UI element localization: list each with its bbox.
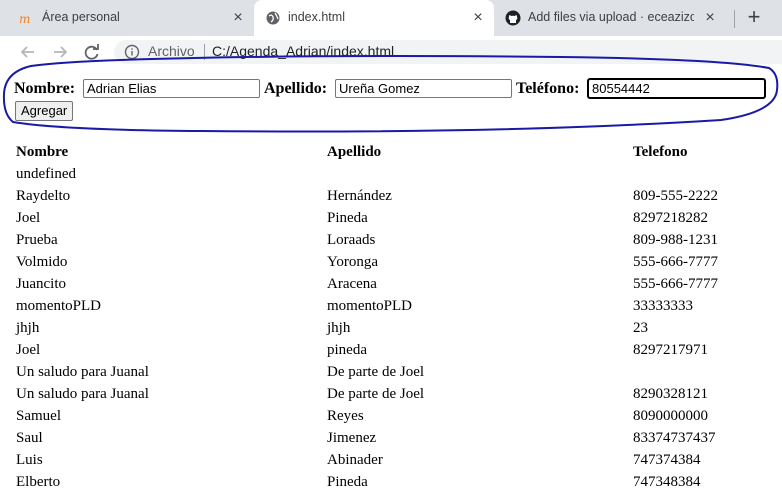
table-row: Prueba Loraads 809-988-1231 (14, 229, 775, 251)
cell-nombre: Joel (16, 209, 41, 226)
cell-nombre: Volmido (16, 253, 68, 270)
cell-telefono: 23 (633, 319, 648, 336)
moodle-icon: m (19, 12, 30, 26)
cell-nombre: Raydelto (16, 187, 71, 204)
table-row: Joel pineda 8297217971 (14, 339, 775, 361)
table-row: Un saludo para Juanal De parte de Joel 829… (14, 383, 775, 405)
tab-separator (734, 10, 735, 28)
globe-icon (266, 11, 280, 25)
cell-nombre: Elberto (16, 473, 61, 490)
cell-apellido: De parte de Joel (327, 385, 425, 402)
header-telefono: Telefono (633, 143, 688, 160)
cell-telefono: 8297217971 (633, 341, 708, 358)
cell-telefono (631, 361, 775, 383)
svg-text:m: m (19, 12, 30, 26)
cell-apellido (325, 163, 631, 185)
cell-telefono: 809-988-1231 (633, 231, 718, 248)
header-nombre: Nombre (16, 143, 69, 160)
cell-nombre: Juancito (16, 275, 66, 292)
tab-strip: m Área personal × index.html × Add files… (0, 0, 782, 36)
table-row: Luis Abinader 747374384 (14, 449, 775, 471)
cell-telefono: 8290328121 (633, 385, 708, 402)
table-row: Saul Jimenez 83374737437 (14, 427, 775, 449)
cell-telefono: 83374737437 (633, 429, 716, 446)
cell-telefono: 555-666-7777 (633, 275, 718, 292)
agregar-button[interactable]: Agregar (15, 101, 74, 121)
cell-nombre: undefined (16, 165, 76, 182)
cell-telefono: 8297218282 (633, 209, 708, 226)
tab-title: index.html (288, 10, 345, 24)
cell-telefono: 809-555-2222 (633, 187, 718, 204)
cell-telefono: 555-666-7777 (633, 253, 718, 270)
cell-apellido: Loraads (327, 231, 376, 248)
table-header-row: Nombre Apellido Telefono (14, 141, 775, 163)
cell-apellido: jhjh (327, 319, 351, 336)
table-row: jhjh jhjh 23 (14, 317, 775, 339)
cell-nombre: Saul (16, 429, 43, 446)
cell-apellido: pineda (327, 341, 367, 358)
close-tab-icon[interactable]: × (702, 10, 718, 26)
contacts-table: Nombre Apellido Telefono undefined Raydel… (14, 141, 775, 493)
tab-title: Área personal (42, 10, 120, 24)
table-row: Samuel Reyes 8090000000 (14, 405, 775, 427)
table-row: undefined (14, 163, 775, 185)
cell-apellido: Reyes (327, 407, 364, 424)
new-tab-button[interactable]: + (744, 6, 764, 28)
cell-nombre: Un saludo para Juanal (16, 385, 149, 402)
cell-telefono: 747348384 (633, 473, 701, 490)
table-row: Volmido Yoronga 555-666-7777 (14, 251, 775, 273)
tab-index-html[interactable]: index.html × (254, 0, 494, 36)
cell-apellido: Pineda (327, 209, 368, 226)
cell-nombre: Luis (16, 451, 43, 468)
cell-nombre: Samuel (16, 407, 61, 424)
cell-apellido: Pineda (327, 473, 368, 490)
table-row: Juancito Aracena 555-666-7777 (14, 273, 775, 295)
cell-nombre: Prueba (16, 231, 58, 248)
cell-telefono: 8090000000 (633, 407, 708, 424)
table-row: Un saludo para Juanal De parte de Joel (14, 361, 775, 383)
cell-apellido: Yoronga (327, 253, 378, 270)
cell-apellido: Jimenez (327, 429, 377, 446)
github-icon (505, 10, 521, 26)
cell-telefono: 747374384 (633, 451, 701, 468)
close-tab-icon[interactable]: × (470, 10, 486, 26)
nombre-input[interactable]: Adrian Elias (83, 79, 260, 98)
apellido-label: Apellido: (264, 80, 328, 97)
header-apellido: Apellido (327, 143, 382, 160)
tab-title: Add files via upload · eceazizoglu (528, 10, 694, 24)
close-tab-icon[interactable]: × (230, 10, 246, 26)
cell-nombre: Joel (16, 341, 41, 358)
tab-github[interactable]: Add files via upload · eceazizoglu × (494, 0, 730, 36)
cell-apellido: Aracena (327, 275, 377, 292)
apellido-input[interactable]: Ureña Gomez (335, 79, 512, 98)
cell-apellido: De parte de Joel (327, 363, 425, 380)
table-row: Raydelto Hernández 809-555-2222 (14, 185, 775, 207)
cell-apellido: momentoPLD (327, 297, 412, 314)
table-row: Joel Pineda 8297218282 (14, 207, 775, 229)
cell-apellido: Abinader (327, 451, 383, 468)
cell-apellido: Hernández (327, 187, 392, 204)
cell-nombre: jhjh (16, 319, 40, 336)
table-row: momentoPLD momentoPLD 33333333 (14, 295, 775, 317)
cell-telefono: 33333333 (633, 297, 693, 314)
cell-telefono (631, 163, 775, 185)
cell-nombre: momentoPLD (16, 297, 101, 314)
nombre-label: Nombre: (14, 80, 76, 97)
telefono-label: Teléfono: (516, 80, 580, 97)
table-row: Elberto Pineda 747348384 (14, 471, 775, 493)
telefono-input[interactable]: 80554442 (587, 78, 766, 99)
cell-nombre: Un saludo para Juanal (16, 363, 149, 380)
tab-area-personal[interactable]: m Área personal × (8, 0, 254, 36)
